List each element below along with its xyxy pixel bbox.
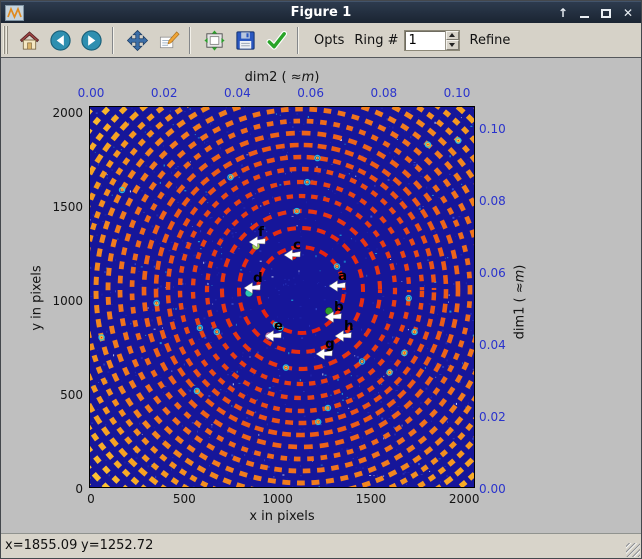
tick-label: 0.06: [297, 86, 324, 100]
opts-button[interactable]: Opts: [314, 33, 344, 48]
tick-label: 1000: [262, 492, 293, 506]
point-letter: d: [253, 270, 263, 286]
chevron-down-icon: [449, 43, 455, 47]
top-axis-label: dim2 ( ≈m): [89, 70, 475, 85]
tick-label: 500: [60, 388, 83, 402]
back-button[interactable]: [47, 27, 73, 53]
point-letter: e: [274, 318, 283, 334]
plot-background: [89, 106, 475, 488]
tick-label: 2000: [449, 492, 480, 506]
pan-icon: [126, 29, 149, 52]
toolbar-separator: [297, 27, 299, 54]
tick-label: 0: [87, 492, 95, 506]
x-axis-ticks: 0500100015002000: [89, 492, 475, 507]
tick-label: 0.08: [370, 86, 397, 100]
tick-label: 0.02: [151, 86, 178, 100]
point-letter: c: [293, 237, 301, 253]
edit-button[interactable]: [155, 27, 181, 53]
tick-label: 0: [75, 482, 83, 496]
tick-label: 2000: [52, 106, 83, 120]
point-letter: b: [334, 299, 344, 315]
shade-button[interactable]: ↑: [558, 2, 568, 24]
window-title: Figure 1: [1, 5, 641, 20]
configure-subplots-button[interactable]: [201, 27, 227, 53]
resize-grip[interactable]: [626, 543, 640, 557]
spin-down-button[interactable]: [446, 40, 459, 50]
tick-label: 0.06: [479, 266, 506, 280]
point-letter: f: [258, 224, 264, 240]
ring-number-value[interactable]: 1: [405, 31, 445, 50]
apply-button[interactable]: [263, 27, 289, 53]
tick-label: 0.04: [224, 86, 251, 100]
tick-label: 500: [173, 492, 196, 506]
tick-label: 0.10: [444, 86, 471, 100]
point-letter: g: [325, 336, 335, 352]
y-axis-label: y in pixels: [30, 265, 45, 330]
maximize-button[interactable]: [601, 9, 611, 18]
cursor-y-readout: y=1252.72: [81, 538, 153, 553]
minimize-button[interactable]: [580, 16, 589, 18]
save-floppy-icon: [234, 29, 257, 52]
figure-canvas: dim2 ( ≈m) 0.00 0.02 0.04 0.06 0.08 0.10 2000…: [1, 59, 641, 533]
edit-pencil-icon: [157, 29, 180, 52]
check-icon: [265, 29, 288, 52]
forward-icon: [80, 29, 103, 52]
tick-label: 0.02: [479, 410, 506, 424]
tick-label: 0.00: [78, 86, 105, 100]
chevron-up-icon: [449, 33, 455, 37]
x-axis-label: x in pixels: [89, 509, 475, 524]
top-axis-ticks: 0.000.020.040.060.080.10: [89, 86, 475, 101]
tick-label: 0.04: [479, 338, 506, 352]
cursor-x-readout: x=1855.09: [5, 538, 77, 553]
status-bar: x=1855.09 y=1252.72: [1, 533, 641, 558]
title-bar[interactable]: Figure 1 ↑ ✕: [1, 1, 641, 23]
forward-button[interactable]: [78, 27, 104, 53]
tick-label: 1500: [52, 200, 83, 214]
back-icon: [49, 29, 72, 52]
save-button[interactable]: [232, 27, 258, 53]
right-axis-ticks: 0.000.020.040.060.080.10: [478, 106, 538, 488]
diffraction-plot[interactable]: ab c d e f gh: [89, 106, 475, 488]
toolbar-separator: [189, 27, 191, 54]
ring-number-spinbox[interactable]: 1: [404, 30, 460, 51]
right-axis-label: dim1 ( ≈m): [513, 265, 528, 340]
toolbar: Opts Ring # 1 Refine: [1, 23, 641, 58]
toolbar-grip[interactable]: [3, 26, 11, 54]
toolbar-separator: [112, 27, 114, 54]
point-letter: a: [338, 268, 347, 284]
spin-up-button[interactable]: [446, 31, 459, 41]
pan-button[interactable]: [124, 27, 150, 53]
home-icon: [18, 29, 41, 52]
tick-label: 1000: [52, 294, 83, 308]
ring-number-label: Ring #: [354, 33, 398, 48]
tick-label: 1500: [356, 492, 387, 506]
tick-label: 0.10: [479, 122, 506, 136]
tick-label: 0.00: [479, 482, 506, 496]
figure-window: Figure 1 ↑ ✕: [0, 0, 642, 559]
refine-button[interactable]: Refine: [470, 33, 511, 48]
close-button[interactable]: ✕: [623, 2, 633, 24]
point-letter: h: [344, 318, 354, 334]
tick-label: 0.08: [479, 194, 506, 208]
home-button[interactable]: [16, 27, 42, 53]
subplots-icon: [203, 29, 226, 52]
